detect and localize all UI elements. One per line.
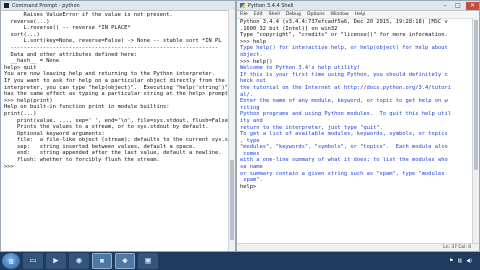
folder-icon[interactable]: ▭	[23, 253, 43, 269]
shell-line: with a one-line summary of what it does;…	[240, 157, 448, 164]
shell-line: ity and	[240, 117, 263, 124]
shell-output[interactable]: Python 3.4.4 (v3.4.4:737efcadf5a6, Dec 2…	[240, 19, 479, 190]
shell-menubar: File Edit Shell Debug Options Window Hel…	[237, 11, 479, 19]
cmd-icon	[4, 3, 9, 8]
console-line: reverse(...)	[4, 18, 50, 25]
shell-scrollbar-thumb[interactable]	[474, 20, 478, 170]
flag-icon[interactable]: ⚑	[449, 258, 453, 264]
console-line: You are now leaving help and returning t…	[4, 71, 215, 78]
browser-icon[interactable]: ◉	[69, 253, 89, 269]
minimize-icon[interactable]: –	[440, 2, 450, 10]
shell-line: If this is your first time using Python,…	[240, 71, 448, 78]
network-icon[interactable]: ▥	[457, 258, 462, 264]
shell-line: Enter the name of any module, keyword, o…	[240, 98, 448, 105]
command-prompt-window[interactable]: Command Prompt - python Raises ValueErro…	[0, 0, 236, 252]
console-line: Optional keyword arguments:	[4, 130, 105, 137]
media-player-icon[interactable]: ▶	[46, 253, 66, 269]
console-scrollbar-thumb[interactable]	[230, 160, 234, 240]
windows-logo-icon: ⊞	[8, 256, 14, 266]
shell-line: .1600 32 bit (Intel)] on win32	[240, 25, 338, 32]
shell-line: , type	[240, 137, 260, 144]
shell-line: object.	[240, 51, 263, 58]
console-line: print(value, ..., sep=' ', end='\n', fil…	[4, 117, 232, 124]
console-output[interactable]: Raises ValueError if the value is not pr…	[4, 12, 235, 170]
console-line: Data and other attributes defined here:	[4, 51, 138, 58]
shell-line: se name	[240, 164, 263, 171]
shell-line: "modules", "keywords", "symbols", or "to…	[240, 144, 448, 151]
maximize-icon[interactable]: □	[453, 2, 463, 10]
console-line: >>> help(print)	[4, 97, 53, 104]
shell-line: heck out	[240, 78, 266, 85]
python-shell-window[interactable]: Python 3.4.4 Shell – □ ✕ File Edit Shell…	[236, 0, 480, 252]
console-line: L.reverse() -- reverse *IN PLACE*	[4, 25, 131, 32]
shell-line: To get a list of available modules, keyw…	[240, 131, 448, 138]
python-shell-title: Python 3.4.4 Shell	[248, 2, 294, 9]
shell-line: Type "copyright", "credits" or "license(…	[240, 32, 448, 39]
shell-line: Python programs and using Python modules…	[240, 111, 451, 118]
menu-window[interactable]: Window	[331, 12, 349, 17]
close-icon[interactable]: ✕	[466, 1, 479, 10]
console-line: has the same effect as typing a particul…	[4, 91, 232, 98]
python-icon[interactable]: ◆	[115, 253, 135, 269]
shell-line: al/.	[240, 91, 253, 98]
menu-debug[interactable]: Debug	[286, 12, 301, 17]
shell-line: Python 3.4.4 (v3.4.4:737efcadf5a6, Dec 2…	[240, 19, 448, 25]
shell-line: >>> help()	[240, 58, 273, 65]
menu-options[interactable]: Options	[307, 12, 325, 17]
console-line: end: string appended after the last valu…	[4, 150, 222, 157]
console-line: __hash__ = None	[4, 58, 60, 65]
console-scrollbar[interactable]	[228, 10, 235, 251]
command-prompt-titlebar[interactable]: Command Prompt - python	[1, 1, 235, 11]
shell-line: Type help() for interactive help, or hel…	[240, 45, 448, 52]
python-shell-titlebar[interactable]: Python 3.4.4 Shell – □ ✕	[237, 1, 479, 11]
shell-status-bar: Ln: 37 Col: 6	[237, 243, 479, 251]
shell-line: or summary contain a given string such a…	[240, 170, 445, 177]
shell-line: spam".	[240, 177, 263, 184]
console-line: interpreter, you can type "help(object)"…	[4, 84, 228, 91]
shell-line: riting	[240, 104, 260, 111]
console-line: Prints the values to a stream, or to sys…	[4, 124, 209, 131]
console-line: L.sort(key=None, reverse=False) -> None …	[4, 38, 222, 45]
system-tray: ⚑ ▥ ◀)	[449, 252, 476, 270]
console-line: Help on built-in function print in modul…	[4, 104, 170, 111]
console-line: ----------------------------------------…	[4, 44, 219, 51]
console-line: print(...)	[4, 110, 37, 117]
volume-icon[interactable]: ◀)	[466, 258, 472, 264]
app-icon[interactable]: ▣	[138, 253, 158, 269]
console-line: If you want to ask for help on a particu…	[4, 77, 225, 84]
console-line: >>>	[4, 163, 17, 170]
terminal-icon[interactable]: ▪	[92, 253, 112, 269]
shell-line: the tutorial on the Internet at http://d…	[240, 84, 451, 91]
console-line: help> quit	[4, 64, 37, 71]
console-line: sep: string inserted between values, def…	[4, 143, 196, 150]
shell-line: Welcome to Python 3.4's help utility!	[240, 65, 361, 72]
command-prompt-title: Command Prompt - python	[12, 2, 80, 9]
menu-shell[interactable]: Shell	[269, 12, 280, 17]
shell-line: help>	[240, 183, 260, 190]
menu-edit[interactable]: Edit	[254, 12, 263, 17]
console-line: flush: whether to forcibly flush the str…	[4, 157, 160, 164]
menu-file[interactable]: File	[240, 12, 248, 17]
console-line: Raises ValueError if the value is not pr…	[4, 12, 173, 18]
console-line: sort(...)	[4, 31, 40, 38]
python-icon	[240, 3, 245, 8]
menu-help[interactable]: Help	[355, 12, 365, 17]
shell-line: return to the interpreter, just type "qu…	[240, 124, 383, 131]
start-button[interactable]: ⊞	[2, 253, 20, 269]
taskbar: ⊞ ▭ ▶ ◉ ▪ ◆ ▣ ⚑ ▥ ◀)	[0, 252, 480, 270]
shell-line: comes	[240, 150, 260, 157]
console-line: file: a file-like object (stream); defau…	[4, 137, 228, 144]
shell-scrollbar[interactable]	[472, 18, 479, 244]
shell-line: >>> help	[240, 38, 266, 45]
